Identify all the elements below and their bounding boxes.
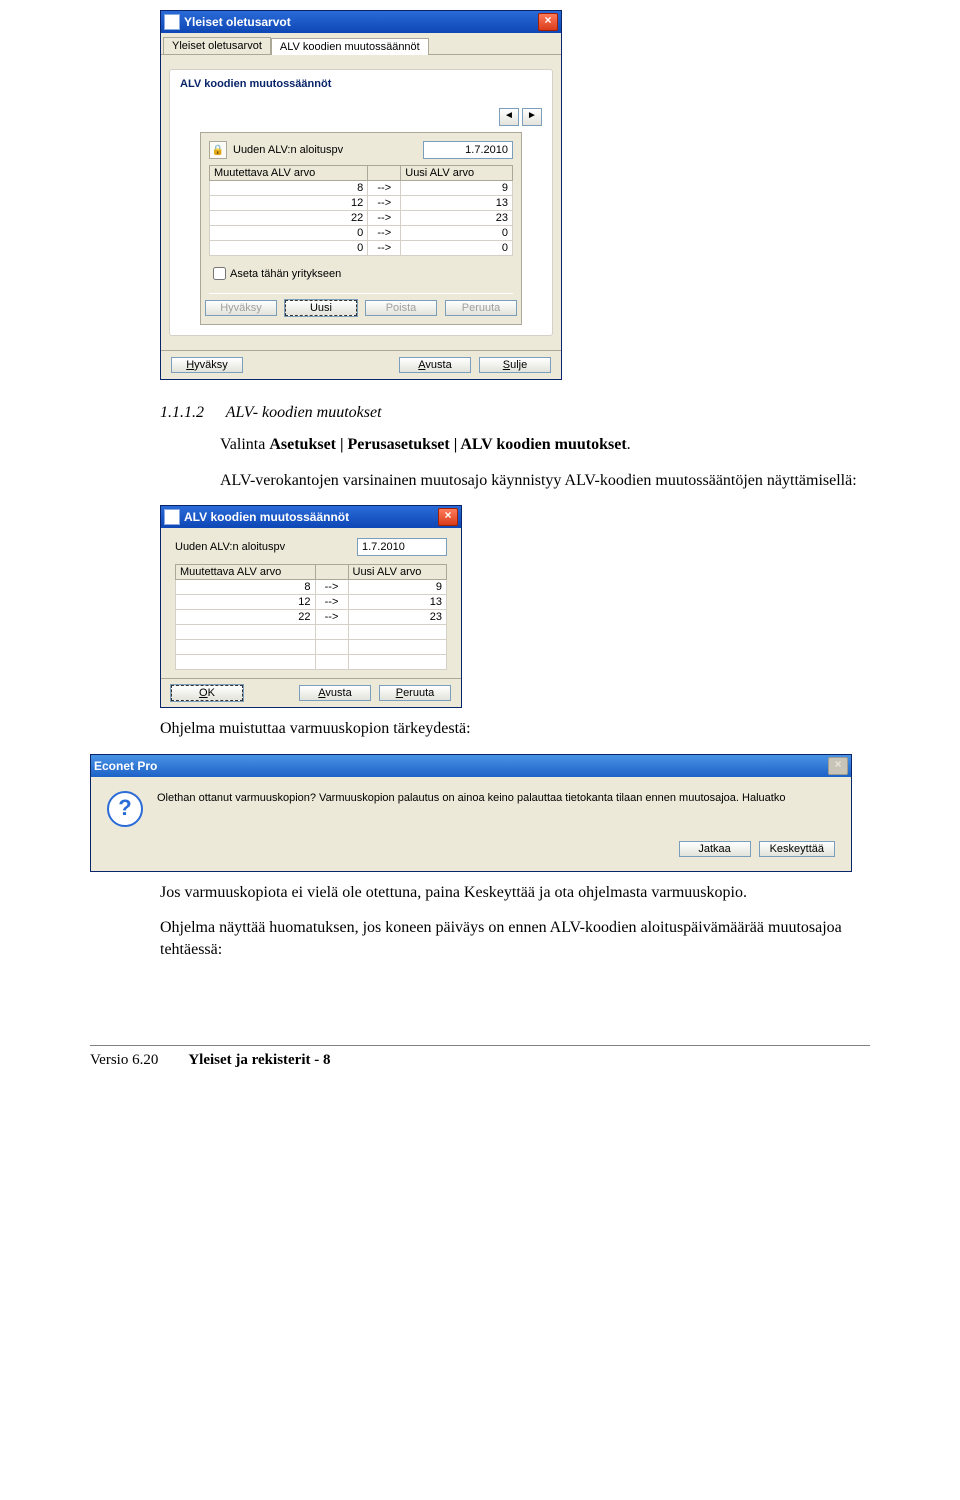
alv-rules-group: ALV koodien muutossäännöt ◄ ► 🔒 Uuden AL… [169,69,553,336]
col-old: Muutettava ALV arvo [176,565,316,580]
cancel-button[interactable]: Peruuta [379,685,451,701]
window-title: Econet Pro [94,759,157,773]
window-title: ALV koodien muutossäännöt [184,510,349,524]
page-footer: Versio 6.20 Yleiset ja rekisterit - 8 [90,1045,870,1069]
ok-button[interactable]: OK [171,685,243,701]
accept-inner-button[interactable]: Hyväksy [205,300,277,316]
help-button[interactable]: Avusta [299,685,371,701]
dialog-footer: Hyväksy Avusta Sulje [161,350,561,379]
window-title: Yleiset oletusarvot [184,15,291,29]
titlebar[interactable]: ALV koodien muutossäännöt × [161,506,461,528]
section-heading: 1.1.1.2 ALV- koodien muutokset [160,404,870,422]
start-date-input[interactable] [357,538,447,556]
apply-to-company-label: Aseta tähän yritykseen [230,268,341,280]
table-row [176,640,447,655]
new-button[interactable]: Uusi [285,300,357,316]
pager-next-icon[interactable]: ► [522,108,542,126]
cancel-inner-button[interactable]: Peruuta [445,300,517,316]
body-line-5: Ohjelma näyttää huomatuksen, jos koneen … [160,917,870,960]
cancel-button[interactable]: Keskeyttää [759,841,835,857]
start-date-label: Uuden ALV:n aloituspv [233,144,343,156]
alv-table: Muutettava ALV arvo Uusi ALV arvo 8-->9 … [209,165,513,256]
accept-button[interactable]: Hyväksy [171,357,243,373]
continue-button[interactable]: Jatkaa [679,841,751,857]
col-old: Muutettava ALV arvo [210,166,368,181]
table-row [176,655,447,670]
table-row: 0-->0 [210,241,513,256]
table-row: 12-->13 [210,196,513,211]
delete-button[interactable]: Poista [365,300,437,316]
titlebar[interactable]: Econet Pro × [91,755,851,777]
rule-panel: 🔒 Uuden ALV:n aloituspv Muutettava ALV a… [200,132,522,325]
table-row: 8-->9 [210,181,513,196]
table-row: 22-->23 [210,211,513,226]
record-pager: ◄ ► [180,108,542,126]
close-icon[interactable]: × [538,13,558,31]
close-icon: × [828,757,848,775]
window-icon [164,509,180,525]
question-icon: ? [107,791,143,827]
confirm-dialog: Econet Pro × ? Olethan ottanut varmuusko… [90,754,852,872]
start-date-label: Uuden ALV:n aloituspv [175,541,357,553]
body-line-3: Ohjelma muistuttaa varmuuskopion tärkeyd… [160,718,870,740]
alv-rules-dialog: ALV koodien muutossäännöt × Uuden ALV:n … [160,505,462,708]
close-button[interactable]: Sulje [479,357,551,373]
titlebar[interactable]: Yleiset oletusarvot × [161,11,561,33]
window-icon [164,14,180,30]
message-text: Olethan ottanut varmuuskopion? Varmuusko… [157,791,785,806]
col-new: Uusi ALV arvo [348,565,447,580]
alv-table: Muutettava ALV arvo Uusi ALV arvo 8-->9 … [175,564,447,670]
lock-icon: 🔒 [209,141,227,159]
table-row [176,625,447,640]
footer-version: Versio 6.20 [90,1052,158,1069]
group-title: ALV koodien muutossäännöt [180,78,542,90]
tab-alv-rules[interactable]: ALV koodien muutossäännöt [271,38,429,55]
start-date-input[interactable] [423,141,513,159]
col-new: Uusi ALV arvo [401,166,513,181]
table-row: 12-->13 [176,595,447,610]
table-row: 8-->9 [176,580,447,595]
defaults-dialog: Yleiset oletusarvot × Yleiset oletusarvo… [160,10,562,380]
help-button[interactable]: Avusta [399,357,471,373]
tab-defaults[interactable]: Yleiset oletusarvot [163,37,271,54]
body-line-1: Valinta Asetukset | Perusasetukset | ALV… [220,434,870,456]
table-row: 22-->23 [176,610,447,625]
body-line-2: ALV-verokantojen varsinainen muutosajo k… [220,470,870,492]
body-line-4: Jos varmuuskopiota ei vielä ole otettuna… [160,882,870,904]
tabs: Yleiset oletusarvot ALV koodien muutossä… [161,33,561,55]
close-icon[interactable]: × [438,508,458,526]
table-row: 0-->0 [210,226,513,241]
apply-to-company-checkbox[interactable] [213,267,226,280]
pager-prev-icon[interactable]: ◄ [499,108,519,126]
footer-page: Yleiset ja rekisterit - 8 [188,1052,330,1069]
